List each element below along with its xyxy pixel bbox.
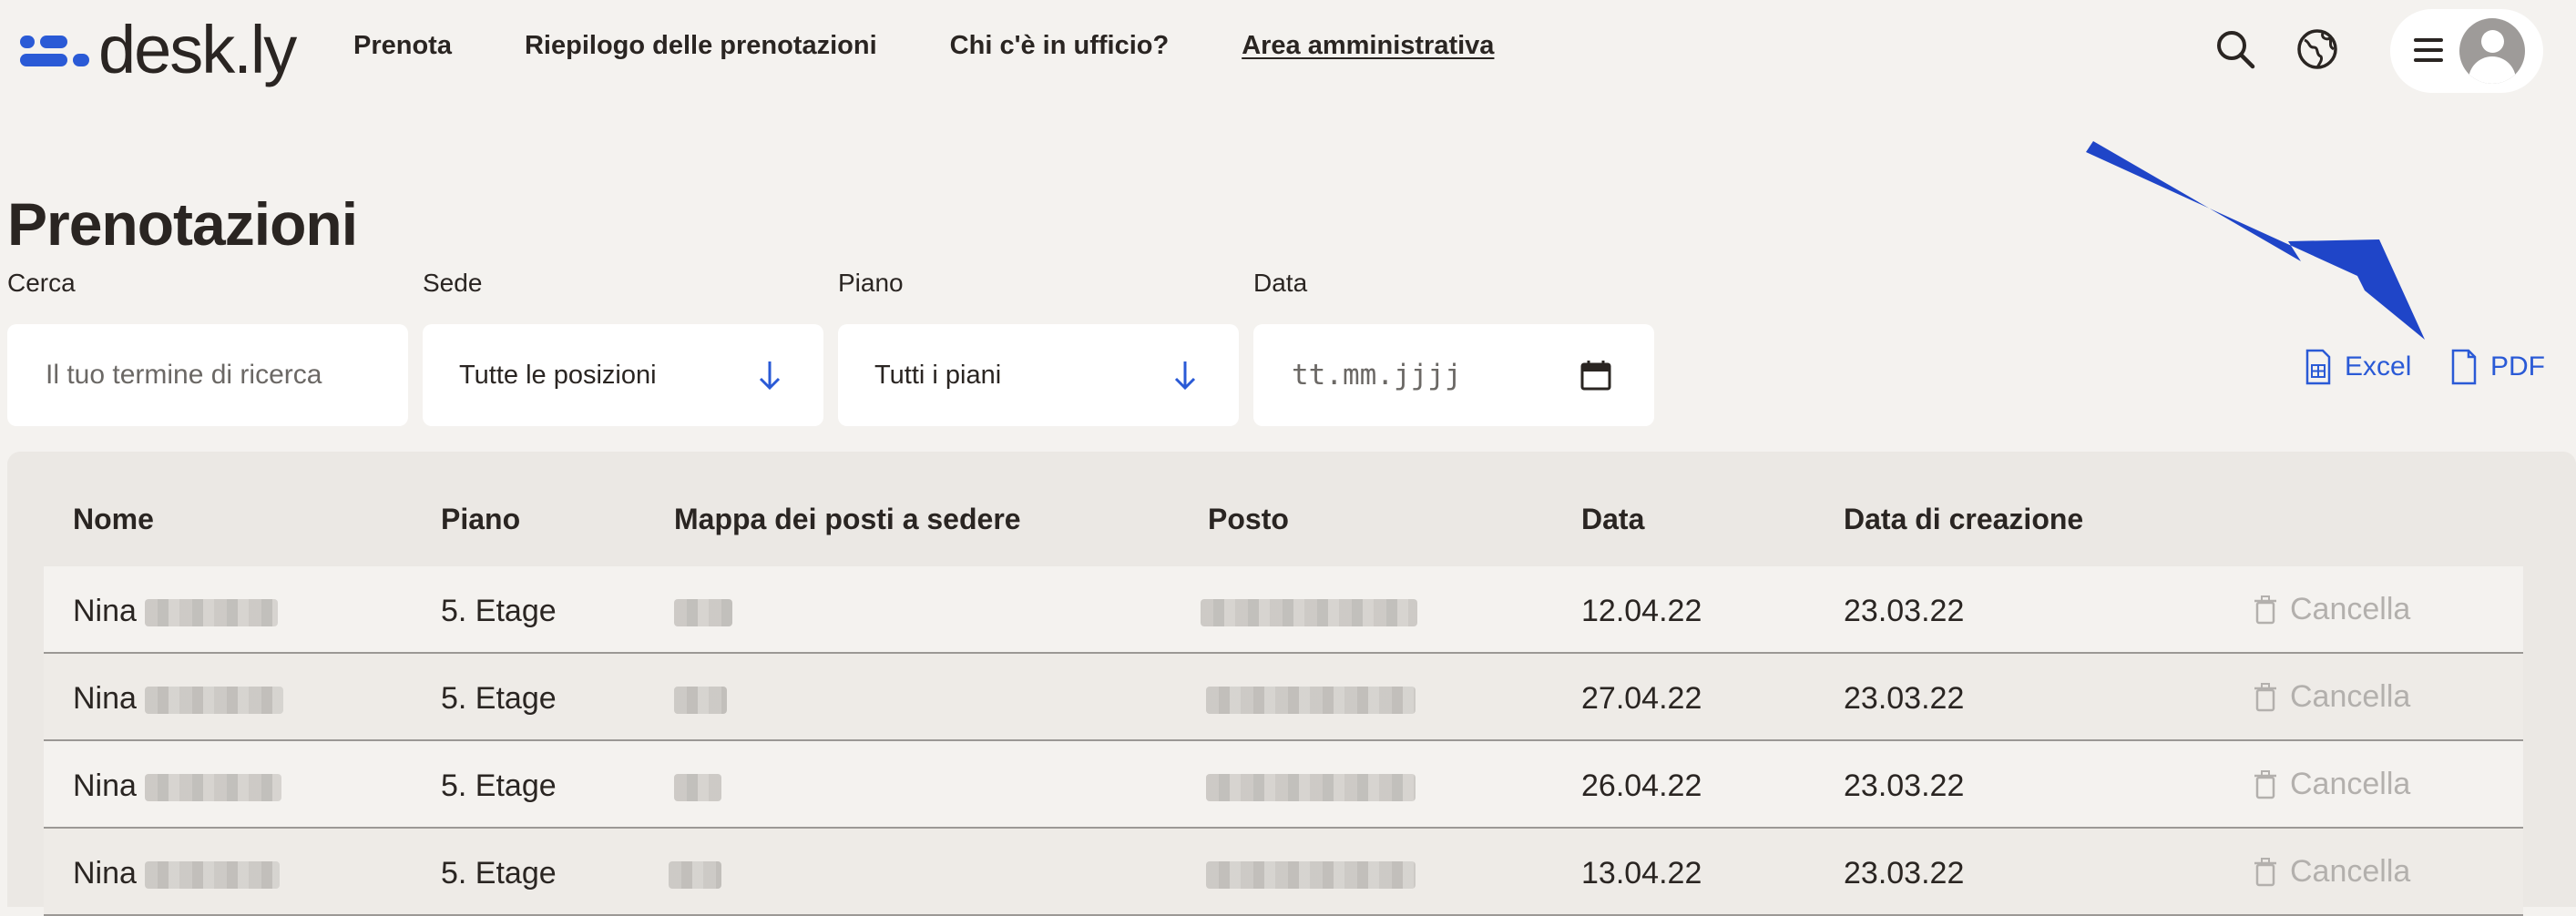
page-title: Prenotazioni — [7, 190, 358, 258]
table-row: Nina 5. Etage 13.04.22 23.03.22 Cancella — [44, 829, 2523, 916]
cell-floor: 5. Etage — [441, 768, 557, 803]
search-box — [7, 324, 408, 426]
trash-icon — [2254, 682, 2276, 711]
delete-button[interactable]: Cancella — [2254, 592, 2410, 627]
cell-name: Nina — [73, 768, 282, 804]
cell-name: Nina — [73, 594, 279, 629]
cell-seat-map — [669, 856, 721, 891]
column-header-floor[interactable]: Piano — [441, 503, 520, 536]
search-icon[interactable] — [2212, 25, 2259, 73]
cell-date: 27.04.22 — [1581, 681, 1702, 716]
cell-name: Nina — [73, 681, 284, 717]
nav-item-admin-area[interactable]: Area amministrativa — [1242, 31, 1494, 61]
nav-item-booking-overview[interactable]: Riepilogo delle prenotazioni — [525, 31, 877, 61]
main-nav: Prenota Riepilogo delle prenotazioni Chi… — [353, 31, 1494, 61]
redacted-map — [674, 774, 721, 802]
logo[interactable]: desk.ly — [20, 9, 297, 91]
cell-floor: 5. Etage — [441, 856, 557, 891]
cell-name: Nina — [73, 856, 281, 891]
cell-seat-map — [674, 681, 727, 717]
calendar-icon[interactable] — [1579, 359, 1612, 392]
redacted-map — [674, 687, 727, 715]
floor-filter: Piano Tutti i piani — [838, 270, 1239, 426]
redacted-seat — [1201, 599, 1417, 627]
cell-created: 23.03.22 — [1844, 768, 1965, 803]
date-input[interactable] — [1290, 358, 1530, 392]
logo-text: desk.ly — [98, 12, 297, 87]
cell-seat — [1201, 594, 1417, 629]
redacted-seat — [1206, 687, 1416, 715]
trash-icon — [2254, 857, 2276, 886]
redacted-map — [674, 599, 732, 627]
table-row: Nina 5. Etage 27.04.22 23.03.22 Cancella — [44, 654, 2523, 741]
cell-date: 12.04.22 — [1581, 594, 1702, 628]
column-header-date[interactable]: Data — [1581, 503, 1644, 536]
arrow-down-icon — [1174, 361, 1196, 391]
redacted-surname — [145, 774, 282, 802]
redacted-surname — [145, 687, 284, 715]
delete-button[interactable]: Cancella — [2254, 679, 2410, 715]
column-header-seat[interactable]: Posto — [1208, 503, 1289, 536]
cell-seat — [1206, 856, 1416, 891]
location-value: Tutte le posizioni — [459, 360, 657, 390]
date-filter: Data — [1253, 270, 1654, 426]
delete-button[interactable]: Cancella — [2254, 854, 2410, 890]
trash-icon — [2254, 595, 2276, 624]
cell-date: 26.04.22 — [1581, 768, 1702, 803]
cell-floor: 5. Etage — [441, 681, 557, 716]
location-select[interactable]: Tutte le posizioni — [423, 324, 823, 426]
redacted-seat — [1206, 861, 1416, 890]
bookings-table: Nome Piano Mappa dei posti a sedere Post… — [7, 452, 2576, 916]
trash-icon — [2254, 769, 2276, 799]
search-label: Cerca — [7, 269, 76, 297]
delete-button[interactable]: Cancella — [2254, 767, 2410, 802]
export-pdf-label: PDF — [2490, 351, 2545, 382]
column-header-created[interactable]: Data di creazione — [1844, 503, 2083, 536]
table-row: Nina 5. Etage 26.04.22 23.03.22 Cancella — [44, 741, 2523, 829]
table-header: Nome Piano Mappa dei posti a sedere Post… — [44, 503, 2521, 548]
nav-item-book[interactable]: Prenota — [353, 31, 452, 61]
cell-created: 23.03.22 — [1844, 594, 1965, 628]
floor-value: Tutti i piani — [874, 360, 1002, 390]
search-filter: Cerca — [7, 270, 408, 426]
location-label: Sede — [423, 269, 483, 297]
globe-icon[interactable] — [2294, 25, 2341, 73]
column-header-name[interactable]: Nome — [73, 503, 154, 536]
menu-icon — [2414, 38, 2443, 62]
redacted-surname — [145, 861, 281, 890]
redacted-surname — [145, 599, 279, 627]
redacted-seat — [1206, 774, 1416, 802]
top-navigation-bar: desk.ly Prenota Riepilogo delle prenotaz… — [0, 0, 2576, 102]
nav-item-who-is-in-office[interactable]: Chi c'è in ufficio? — [950, 31, 1170, 61]
cell-seat-map — [674, 768, 721, 804]
cell-created: 23.03.22 — [1844, 681, 1965, 716]
search-input[interactable] — [44, 359, 357, 392]
cell-seat — [1206, 768, 1416, 804]
annotation-arrow-icon — [2086, 141, 2425, 340]
cell-date: 13.04.22 — [1581, 856, 1702, 891]
column-header-seat-map[interactable]: Mappa dei posti a sedere — [674, 503, 1021, 536]
cell-created: 23.03.22 — [1844, 856, 1965, 891]
export-pdf-button[interactable]: PDF — [2450, 349, 2545, 385]
redacted-map — [669, 861, 721, 890]
floor-select[interactable]: Tutti i piani — [838, 324, 1239, 426]
date-box — [1253, 324, 1654, 426]
avatar — [2459, 18, 2525, 84]
cell-seat-map — [674, 594, 732, 629]
document-file-icon — [2451, 349, 2477, 385]
user-menu-button[interactable] — [2390, 9, 2543, 93]
floor-label: Piano — [838, 269, 904, 297]
table-row: Nina 5. Etage 12.04.22 23.03.22 Cancella — [44, 566, 2523, 654]
cell-floor: 5. Etage — [441, 594, 557, 628]
logo-mark-icon — [20, 30, 89, 70]
cell-seat — [1206, 681, 1416, 717]
arrow-down-icon — [759, 361, 781, 391]
location-filter: Sede Tutte le posizioni — [423, 270, 823, 426]
date-label: Data — [1253, 269, 1308, 297]
